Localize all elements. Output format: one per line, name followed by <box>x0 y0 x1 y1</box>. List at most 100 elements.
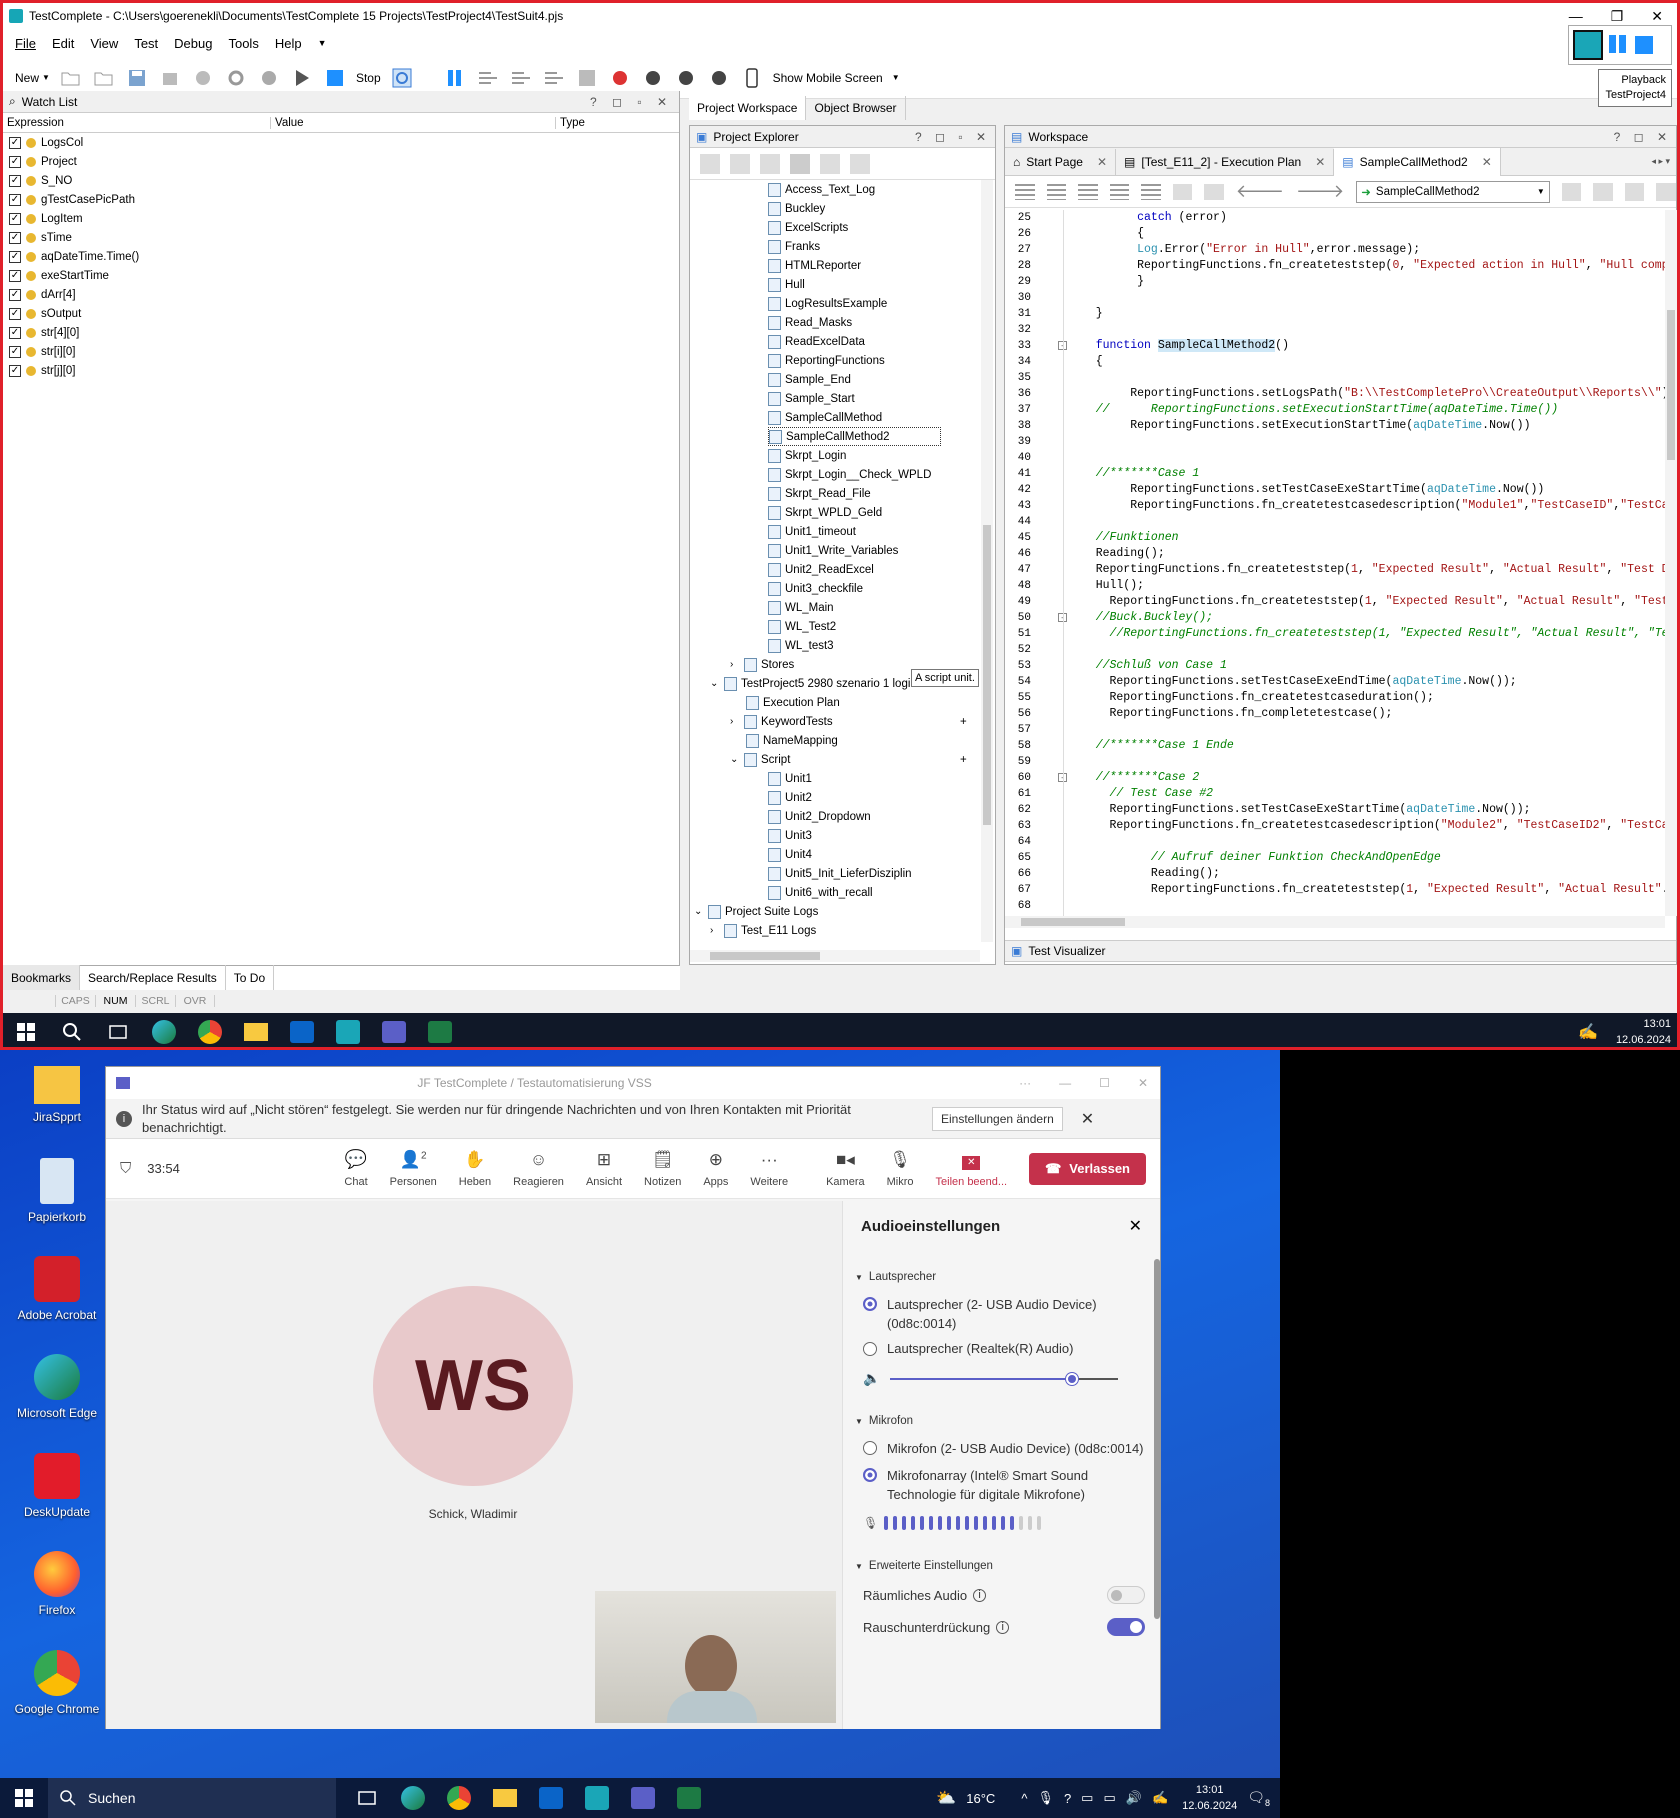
radio-unselected[interactable] <box>863 1341 877 1356</box>
code-line[interactable]: //*******Case 1 Ende <box>1075 738 1234 754</box>
wrap-icon[interactable] <box>1141 183 1161 200</box>
tab-bookmarks[interactable]: Bookmarks <box>3 965 81 991</box>
tree-item-execution-plan[interactable]: Execution Plan <box>746 693 840 712</box>
pen-icon[interactable]: ✍ <box>1578 1022 1598 1042</box>
step-over-icon[interactable] <box>509 66 533 90</box>
code-line[interactable]: // Aufruf deiner Funktion CheckAndOpenEd… <box>1075 850 1441 866</box>
watch-row[interactable]: ✓ sTime <box>3 228 679 247</box>
add-routine-icon[interactable] <box>1561 182 1582 201</box>
tab-execution-plan[interactable]: ▤ [Test_E11_2] - Execution Plan ✕ <box>1116 148 1335 175</box>
checkbox[interactable]: ✓ <box>9 250 21 263</box>
explorer-icon[interactable] <box>233 1013 279 1047</box>
menu-tools[interactable]: Tools <box>228 36 258 51</box>
code-line[interactable]: // Test Case #2 <box>1075 786 1214 802</box>
code-line[interactable]: ReportingFunctions.fn_completetestcase()… <box>1075 706 1393 722</box>
code-line[interactable]: //Funktionen <box>1075 530 1179 546</box>
col-type[interactable]: Type <box>556 117 585 129</box>
checkbox[interactable]: ✓ <box>9 288 21 301</box>
run-icon[interactable] <box>290 66 314 90</box>
chrome-icon[interactable] <box>436 1780 482 1817</box>
tree-item-stores[interactable]: › Stores <box>730 655 794 674</box>
add-item-icon[interactable] <box>700 153 720 174</box>
notification-icon[interactable]: 🗨8 <box>1247 1789 1270 1808</box>
edge-icon[interactable] <box>390 1780 436 1817</box>
close-icon[interactable]: ✕ <box>1651 8 1663 25</box>
chevron-right-icon[interactable]: › <box>710 925 724 936</box>
radio-selected[interactable] <box>863 1468 877 1482</box>
checkbox[interactable]: ✓ <box>9 326 21 339</box>
notes-button[interactable]: 🗒 Notizen <box>644 1150 681 1188</box>
tree-item-unit[interactable]: ReportingFunctions <box>768 351 885 370</box>
tree-item-unit[interactable]: Unit1 <box>768 769 812 788</box>
editor-settings-icon[interactable] <box>1656 182 1676 201</box>
tree-item-unit[interactable]: Skrpt_Read_File <box>768 484 871 503</box>
audio-scrollbar[interactable] <box>1154 1259 1160 1619</box>
code-line[interactable]: ReportingFunctions.fn_createtestcasedesc… <box>1075 498 1665 514</box>
checkbox[interactable]: ✓ <box>9 269 21 282</box>
speaker-option-realtek[interactable]: Lautsprecher (Realtek(R) Audio) <box>855 1341 1145 1356</box>
volume-tray-icon[interactable]: 🔊 <box>1126 1790 1142 1806</box>
checkbox[interactable]: ✓ <box>9 364 21 377</box>
properties-icon[interactable] <box>790 153 810 174</box>
test-visualizer-header[interactable]: ▣ Test Visualizer <box>1005 940 1676 962</box>
menu-edit[interactable]: Edit <box>52 36 74 51</box>
bug-search-icon[interactable] <box>641 66 665 90</box>
code-line[interactable]: } <box>1075 274 1144 290</box>
calculator-icon[interactable] <box>575 66 599 90</box>
windows-start-icon[interactable] <box>3 1013 49 1047</box>
mic-button[interactable]: 🎙 Mikro <box>887 1150 914 1188</box>
mobile-icon[interactable] <box>740 66 764 90</box>
chat-button[interactable]: 💬 Chat <box>344 1149 367 1188</box>
desktop-icon-jira[interactable]: JiraSpprt <box>12 1062 102 1124</box>
tree-item-unit[interactable]: Unit6_with_recall <box>768 883 873 902</box>
web-icon[interactable] <box>191 66 215 90</box>
react-button[interactable]: ☺ Reagieren <box>513 1150 564 1188</box>
testcomplete-icon[interactable] <box>574 1780 620 1817</box>
tree-scrollbar[interactable] <box>981 180 993 942</box>
minimize-icon[interactable]: — <box>1569 8 1583 25</box>
network-tray-icon[interactable]: ▭ <box>1081 1790 1093 1806</box>
camera-button[interactable]: ■◂ Kamera <box>826 1150 865 1188</box>
back-arrow-icon[interactable]: 🡐 <box>1236 181 1284 202</box>
chevron-down-icon[interactable]: ▼ <box>892 73 900 82</box>
close-icon[interactable]: ✕ <box>1482 155 1492 169</box>
noise-suppression-toggle[interactable] <box>1107 1618 1145 1636</box>
chevron-right-icon[interactable]: › <box>730 659 744 670</box>
code-vscrollbar[interactable] <box>1665 210 1677 916</box>
bug-add-icon[interactable] <box>674 66 698 90</box>
tree-item-unit[interactable]: Unit2 <box>768 788 812 807</box>
raise-hand-button[interactable]: ✋ Heben <box>459 1150 491 1188</box>
tree-item-unit[interactable]: Access_Text_Log <box>768 180 875 199</box>
code-line[interactable]: ReportingFunctions.setLogsPath("B:\\Test… <box>1075 386 1665 402</box>
tree-item-unit[interactable]: HTMLReporter <box>768 256 861 275</box>
chrome-icon[interactable] <box>187 1013 233 1047</box>
menu-overflow-icon[interactable]: ▼ <box>318 38 327 48</box>
code-line[interactable]: //*******Case 2 <box>1075 770 1200 786</box>
desktop-icon-chrome[interactable]: Google Chrome <box>12 1650 102 1716</box>
new-button[interactable]: New <box>15 71 39 85</box>
code-line[interactable]: Log.Error("Error in Hull",error.message)… <box>1075 242 1420 258</box>
watch-row[interactable]: ✓ sOutput <box>3 304 679 323</box>
checkbox[interactable]: ✓ <box>9 231 21 244</box>
code-line[interactable]: ReportingFunctions.setTestCaseExeStartTi… <box>1075 802 1531 818</box>
menu-view[interactable]: View <box>90 36 118 51</box>
tree-item-unit[interactable]: Unit3 <box>768 826 812 845</box>
tree-item-unit[interactable]: Sample_Start <box>768 389 855 408</box>
add-icon[interactable]: + <box>960 716 967 728</box>
tree-item-unit[interactable]: ReadExcelData <box>768 332 865 351</box>
maximize-icon[interactable]: ☐ <box>1099 1076 1110 1090</box>
chevron-down-icon[interactable]: ⌄ <box>730 754 744 765</box>
task-view-icon[interactable] <box>344 1780 390 1817</box>
save-icon[interactable] <box>125 66 149 90</box>
spatial-audio-toggle[interactable] <box>1107 1586 1145 1604</box>
mic-tray-icon[interactable]: 🎙 <box>1037 1790 1054 1806</box>
tree-hscrollbar[interactable] <box>690 950 980 962</box>
advanced-section[interactable]: ▼ Erweiterte Einstellungen <box>855 1560 1145 1572</box>
menu-help[interactable]: Help <box>275 36 302 51</box>
tree-item-unit[interactable]: Unit2_ReadExcel <box>768 560 874 579</box>
close-icon[interactable]: ✕ <box>1138 1076 1148 1090</box>
volume-slider[interactable] <box>890 1372 1119 1386</box>
tree-item-unit[interactable]: WL_Main <box>768 598 834 617</box>
tree-item-unit[interactable]: SampleCallMethod2 <box>768 427 941 446</box>
checkbox[interactable]: ✓ <box>9 307 21 320</box>
